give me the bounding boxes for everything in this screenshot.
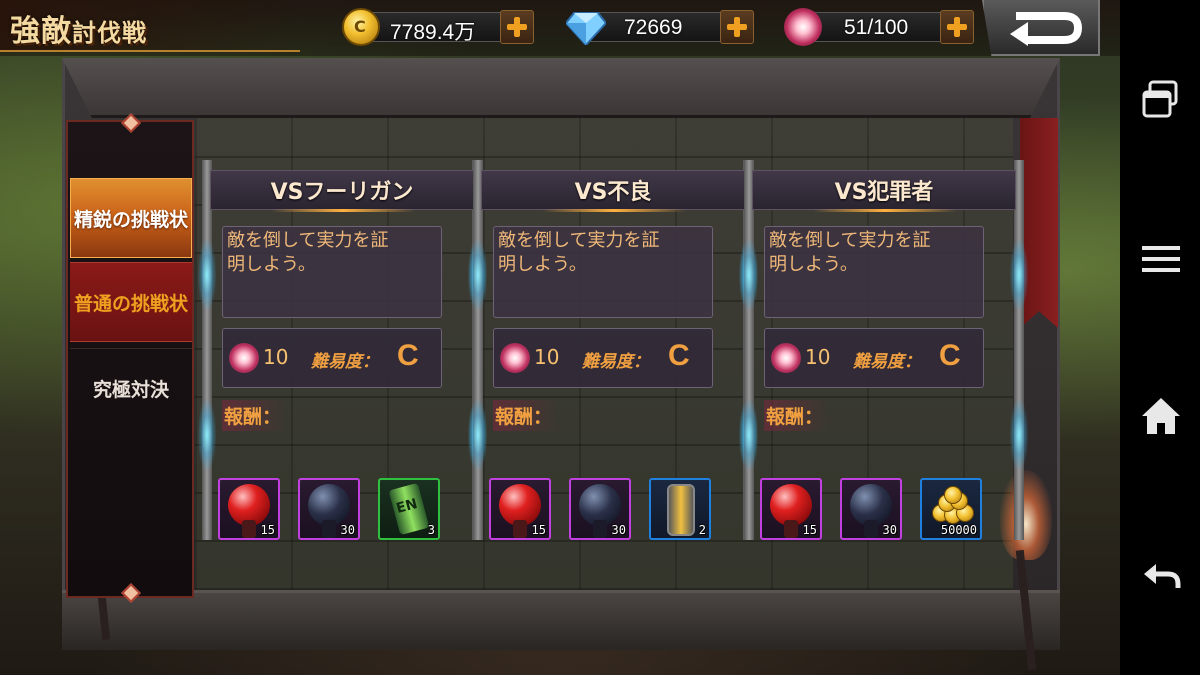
reward-items: 15 30 EN 3 [216,478,478,542]
item-quantity: 15 [802,523,817,537]
energy-orb-icon [771,343,801,373]
gems-counter: 72669 [566,8,766,46]
card-description: 敵を倒して実力を証 明しよう。 [493,226,713,318]
challenge-tabs: 精鋭の挑戦状 普通の挑戦状 究極対決 [66,113,194,603]
tab-normal-challenge[interactable]: 普通の挑戦状 [70,262,192,342]
tab-label: 精鋭の挑戦状 [73,208,188,231]
tab-label: 普通の挑戦状 [73,292,188,315]
card-description-line: 敵を倒して実力を証 [769,230,931,251]
card-description-line: 敵を倒して実力を証 [227,230,389,251]
card-title: VS不良 [481,170,745,212]
add-coins-button[interactable] [500,10,534,44]
tab-elite-challenge[interactable]: 精鋭の挑戦状 [70,178,192,258]
reward-red-orb[interactable]: 15 [760,478,822,540]
difficulty-grade: C [668,339,690,372]
coins-counter: C 7789.4万 [342,8,547,46]
energy-value: 51/100 [844,16,909,39]
card-description-line: 明しよう。 [498,254,587,275]
item-quantity: 15 [260,523,275,537]
reward-items: 15 30 50000 [758,478,1020,542]
frame-roof [62,58,1060,118]
item-quantity: 30 [882,523,897,537]
card-cost-difficulty: 10 難易度： C [764,328,984,388]
difficulty-grade: C [939,339,961,372]
energy-drink-icon: EN [388,482,430,536]
item-quantity: 3 [427,523,435,537]
difficulty-label: 難易度： [853,352,921,372]
item-quantity: 50000 [940,523,977,537]
challenge-card-criminal[interactable]: VS犯罪者 敵を倒して実力を証 明しよう。 10 難易度： C 報酬： 15 3… [740,160,1028,550]
energy-cost: 10 [263,345,289,369]
tab-label: 究極対決 [92,379,169,401]
reward-red-orb[interactable]: 15 [489,478,551,540]
difficulty-label: 難易度： [311,352,379,372]
frame-base [62,590,1060,650]
add-gems-button[interactable] [720,10,754,44]
reward-gold-coins[interactable]: 50000 [920,478,982,540]
challenge-card-delinquent[interactable]: VS不良 敵を倒して実力を証 明しよう。 10 難易度： C 報酬： 15 30… [469,160,757,550]
game-screen: 強敵討伐戦 C 7789.4万 72669 51/100 精鋭の挑戦状 普通の挑… [0,0,1120,675]
item-quantity: 15 [531,523,546,537]
recent-apps-icon[interactable] [1140,78,1182,120]
energy-counter: 51/100 [784,8,979,46]
challenge-card-hooligan[interactable]: VSフーリガン 敵を倒して実力を証 明しよう。 10 難易度： C 報酬： 15… [198,160,486,550]
title-plate: 強敵討伐戦 [0,0,300,52]
reward-dark-orb[interactable]: 30 [840,478,902,540]
page-title: 強敵討伐戦 [10,6,147,50]
item-quantity: 30 [340,523,355,537]
difficulty-label: 難易度： [582,352,650,372]
gold-coins-icon [928,486,976,526]
card-title: VSフーリガン [210,170,474,212]
card-description: 敵を倒して実力を証 明しよう。 [222,226,442,318]
reward-label: 報酬： [493,400,559,431]
card-cost-difficulty: 10 難易度： C [493,328,713,388]
card-description-line: 明しよう。 [227,254,316,275]
menu-icon[interactable] [1140,238,1182,280]
reward-label: 報酬： [222,400,288,431]
item-quantity: 30 [611,523,626,537]
return-arrow-icon [1010,12,1083,46]
tab-ultimate-battle[interactable]: 究極対決 [70,348,192,428]
reward-dark-orb[interactable]: 30 [569,478,631,540]
card-cost-difficulty: 10 難易度： C [222,328,442,388]
item-quantity: 2 [698,523,706,537]
reward-label: 報酬： [764,400,830,431]
coins-value: 7789.4万 [390,21,476,44]
gold-coin-icon: C [342,8,380,46]
card-description-line: 敵を倒して実力を証 [498,230,660,251]
card-description-line: 明しよう。 [769,254,858,275]
energy-orb-icon [784,8,822,46]
page-title-main: 強敵 [10,14,72,49]
reward-red-orb[interactable]: 15 [218,478,280,540]
difficulty-grade: C [397,339,419,372]
page-title-sub: 討伐戦 [72,18,147,47]
card-description: 敵を倒して実力を証 明しよう。 [764,226,984,318]
reward-lantern[interactable]: 2 [649,478,711,540]
gems-value: 72669 [624,16,683,39]
diamond-icon [566,12,606,45]
reward-items: 15 30 2 [487,478,749,542]
add-energy-button[interactable] [940,10,974,44]
system-nav-bar [1120,0,1200,675]
reward-dark-orb[interactable]: 30 [298,478,360,540]
energy-cost: 10 [534,345,560,369]
top-bar: 強敵討伐戦 C 7789.4万 72669 51/100 [0,0,1120,56]
energy-cost: 10 [805,345,831,369]
back-arrow-icon[interactable] [1140,554,1182,596]
card-title: VS犯罪者 [752,170,1016,212]
reward-energy-drink[interactable]: EN 3 [378,478,440,540]
energy-orb-icon [229,343,259,373]
back-button[interactable] [982,0,1100,56]
energy-orb-icon [500,343,530,373]
lantern-icon [667,484,695,536]
home-icon[interactable] [1140,396,1182,438]
